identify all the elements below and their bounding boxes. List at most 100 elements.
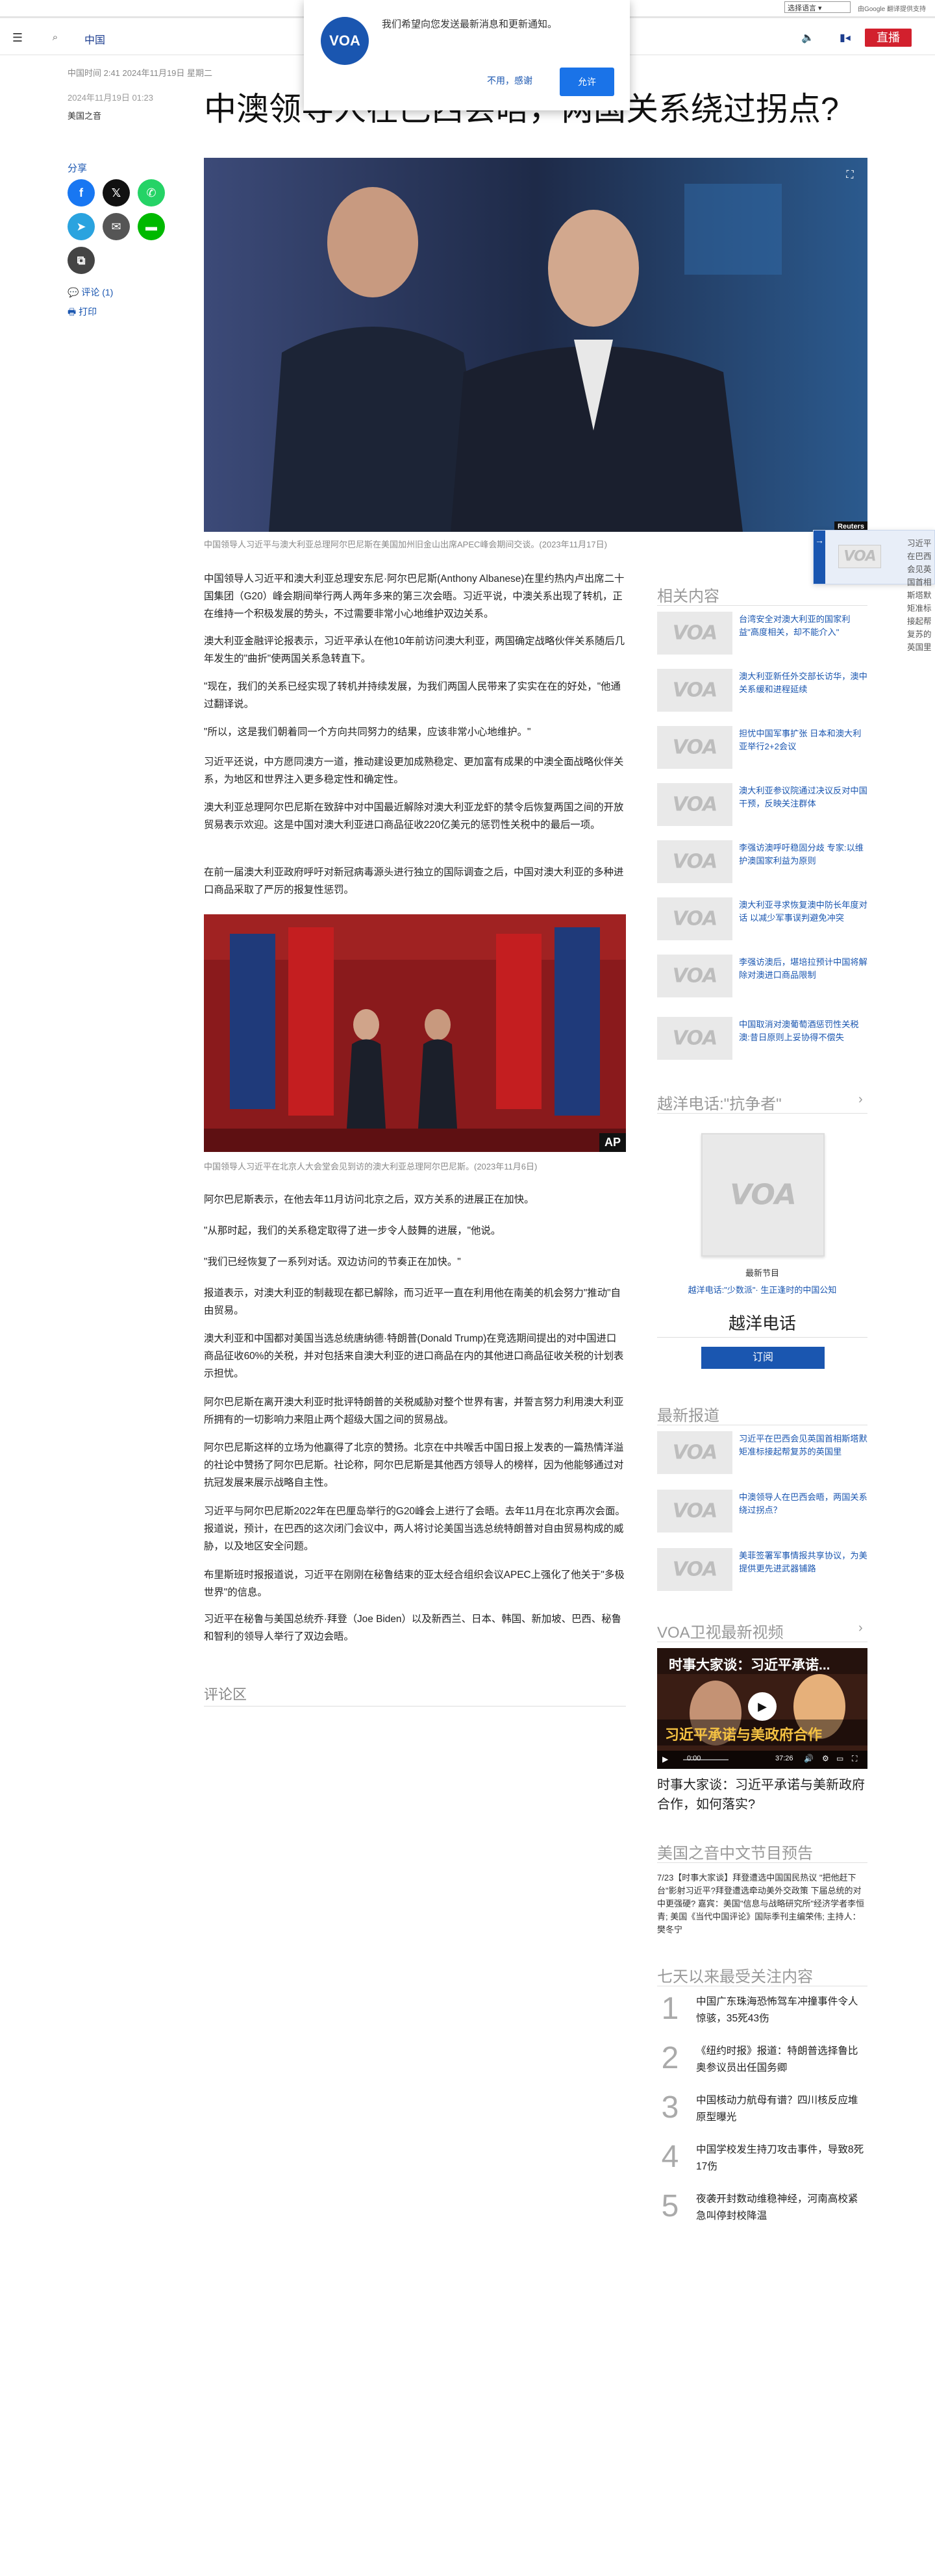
article-paragraph: 阿尔巴尼斯在离开澳大利亚时批评特朗普的关税威胁对整个世界有害，并誓言努力利用澳大… <box>204 1397 624 1425</box>
facebook-share-icon[interactable]: f <box>68 179 95 206</box>
live-button[interactable]: 直播 <box>865 29 912 47</box>
article-paragraph: 报道表示，对澳大利亚的制裁现在都已解除，而习近平一直在利用他在南美的机会努力"推… <box>204 1288 621 1316</box>
related-content-title: 相关内容 <box>657 588 719 605</box>
related-link[interactable]: 李强访澳后，堪培拉预计中国将解除对澳进口商品限制 <box>739 956 867 982</box>
latest-reports-title: 最新报道 <box>657 1407 719 1425</box>
related-link[interactable]: 澳大利亚寻求恢复澳中防长年度对话 以减少军事误判避免冲突 <box>739 899 867 925</box>
schedule-text[interactable]: 7/23【时事大家谈】拜登遭选中国国民热议 "把他赶下台"影射习近平?拜登遭选牵… <box>657 1871 867 1936</box>
video-icon[interactable]: ▮◂ <box>840 31 851 44</box>
float-thumbnail: VOA <box>838 545 881 568</box>
voa-logo-icon: VOA <box>672 1027 717 1050</box>
volume-icon[interactable]: 🔊 <box>804 1754 814 1763</box>
related-thumbnail[interactable]: VOA <box>657 726 732 769</box>
menu-icon[interactable]: ☰ <box>10 31 25 45</box>
latest-thumbnail[interactable]: VOA <box>657 1548 732 1591</box>
video-caption[interactable]: 时事大家谈：习近平承诺与美新政府合作，如何落实? <box>657 1775 867 1814</box>
related-thumbnail[interactable]: VOA <box>657 1017 732 1060</box>
chevron-right-icon[interactable]: › <box>858 1092 863 1107</box>
article-paragraph: 习近平在秘鲁与美国总统乔·拜登（Joe Biden）以及新西兰、日本、韩国、新加… <box>204 1614 622 1642</box>
subscribe-button[interactable]: 订阅 <box>701 1347 825 1369</box>
photo-credit: AP <box>599 1133 626 1152</box>
program-section-title[interactable]: 越洋电话:"抗争者" <box>657 1091 782 1114</box>
article-paragraph: 习近平与阿尔巴尼斯2022年在巴厘岛举行的G20峰会上进行了会晤。去年11月在北… <box>204 1506 625 1552</box>
byline[interactable]: 美国之音 <box>68 109 101 121</box>
telegram-share-icon[interactable]: ➤ <box>68 213 95 240</box>
divider <box>657 1862 867 1863</box>
audio-icon[interactable]: 🔈 <box>801 31 814 44</box>
play-small-icon[interactable]: ▶ <box>662 1755 668 1764</box>
chevron-right-icon[interactable]: › <box>858 1621 863 1636</box>
program-thumbnail[interactable]: VOA <box>701 1133 825 1257</box>
copy-link-icon[interactable]: ⧉ <box>68 247 95 274</box>
line-share-icon[interactable]: ▬ <box>138 213 165 240</box>
article-paragraph: 阿尔巴尼斯表示，在他去年11月访问北京之后，双方关系的进展正在加快。 <box>204 1194 534 1205</box>
settings-icon[interactable]: ⚙ <box>822 1754 829 1763</box>
article-paragraph: "从那时起，我们的关系稳定取得了进一步令人鼓舞的进展，"他说。 <box>204 1225 501 1236</box>
related-thumbnail[interactable]: VOA <box>657 897 732 940</box>
latest-link[interactable]: 中澳领导人在巴西会晤，两国关系绕过拐点？ <box>739 1491 867 1517</box>
popular-link[interactable]: 《纽约时报》报道：特朗普选择鲁比奥参议员出任国务卿 <box>696 2043 867 2077</box>
voa-logo-icon: VOA <box>730 1178 797 1212</box>
section-brand[interactable]: 中国 <box>84 31 105 47</box>
decline-button[interactable]: 不用，感谢 <box>475 68 544 94</box>
comments-link-label: 评论 (1) <box>81 287 114 297</box>
voa-logo-icon: VOA <box>672 1441 717 1464</box>
related-thumbnail[interactable]: VOA <box>657 669 732 712</box>
related-thumbnail[interactable]: VOA <box>657 840 732 883</box>
related-link[interactable]: 担忧中国军事扩张 日本和澳大利亚举行2+2会议 <box>739 727 867 753</box>
email-share-icon[interactable]: ✉ <box>103 213 130 240</box>
translate-powered-by: 由Google 翻译提供支持 <box>857 6 926 13</box>
related-thumbnail[interactable]: VOA <box>657 783 732 826</box>
hero-photo <box>204 158 867 532</box>
article-paragraph: 习近平还说，中方愿同澳方一道，推动建设更加成熟稳定、更加富有成果的中澳全面战略伙… <box>204 757 624 785</box>
whatsapp-share-icon[interactable]: ✆ <box>138 179 165 206</box>
article-paragraph: "所以，这是我们朝着同一个方向共同努力的结果，应该非常小心地维护。" <box>204 727 531 738</box>
fullscreen-icon[interactable]: ⛶ <box>843 168 857 182</box>
pip-icon[interactable]: ▭ <box>836 1754 843 1763</box>
notification-message: 我们希望向您发送最新消息和更新通知。 <box>382 19 558 30</box>
voa-logo-icon: VOA <box>843 548 876 565</box>
print-link-label: 打印 <box>79 306 97 317</box>
arrow-right-icon[interactable]: → <box>814 531 825 584</box>
allow-button[interactable]: 允许 <box>560 68 614 96</box>
video-section-title[interactable]: VOA卫视最新视频 <box>657 1619 784 1642</box>
popular-link[interactable]: 中国核动力航母有谱？四川核反应堆原型曝光 <box>696 2092 867 2126</box>
related-link[interactable]: 澳大利亚新任外交部长访华，澳中关系缓和进程延续 <box>739 670 867 696</box>
related-link[interactable]: 中国取消对澳葡萄酒惩罚性关税 澳:昔日原则上妥协得不偿失 <box>739 1018 867 1044</box>
comments-link[interactable]: 💬 评论 (1) <box>68 286 113 299</box>
voa-logo-icon: VOA <box>672 850 717 873</box>
language-select[interactable]: 选择语言 ▾ <box>784 1 851 13</box>
search-icon[interactable]: ⌕ <box>48 31 62 45</box>
article-paragraph: 澳大利亚金融评论报表示，习近平承认在他10年前访问澳大利亚，两国确定战略伙伴关系… <box>204 636 625 664</box>
print-icon: 🖶 <box>68 306 79 317</box>
floating-story-card[interactable]: → VOA 习近平在巴西会见英国首相斯塔默 矩准标接起帮复苏的英国里 <box>813 530 935 652</box>
voa-logo-icon: VOA <box>672 679 717 702</box>
popular-link[interactable]: 中国广东珠海恐怖驾车冲撞事件令人惊骇，35死43伤 <box>696 1994 867 2027</box>
article-paragraph: "我们已经恢复了一系列对话。双边访问的节奏正在加快。" <box>204 1257 461 1268</box>
popular-rank: 5 <box>661 2189 679 2223</box>
latest-thumbnail[interactable]: VOA <box>657 1490 732 1532</box>
play-icon[interactable]: ▶ <box>748 1692 777 1721</box>
video-duration: 37:26 <box>775 1755 793 1762</box>
latest-link[interactable]: 习近平在巴西会见英国首相斯塔默 矩准标接起帮复苏的英国里 <box>739 1432 867 1458</box>
popular-rank: 2 <box>661 2041 679 2075</box>
x-share-icon[interactable]: 𝕏 <box>103 179 130 206</box>
latest-link[interactable]: 美菲签署军事情报共享协议，为美提供更先进武器铺路 <box>739 1549 867 1575</box>
related-link[interactable]: 台湾安全对澳大利亚的国家利益"高度相关，却不能介入" <box>739 613 867 639</box>
inline-image: AP <box>204 914 626 1152</box>
related-thumbnail[interactable]: VOA <box>657 612 732 655</box>
related-thumbnail[interactable]: VOA <box>657 955 732 997</box>
popular-link[interactable]: 中国学校发生持刀攻击事件，导致8死17伤 <box>696 2142 867 2175</box>
popular-link[interactable]: 夜袭开封数动维稳神经，河南高校紧急叫停封校降温 <box>696 2191 867 2225</box>
latest-thumbnail[interactable]: VOA <box>657 1431 732 1474</box>
print-link[interactable]: 🖶 打印 <box>68 305 97 321</box>
hero-image: ⛶ Reuters <box>204 158 867 532</box>
program-episode-link[interactable]: 越洋电话:"少数派"· 生正逢时的中国公知 <box>657 1283 867 1295</box>
related-link[interactable]: 李强访澳呼吁稳固分歧 专家:以维护澳国家利益为原则 <box>739 842 867 868</box>
schedule-title: 美国之音中文节目预告 <box>657 1845 813 1862</box>
related-link[interactable]: 澳大利亚参议院通过决议反对中国干预，反映关注群体 <box>739 784 867 810</box>
inline-image-caption: 中国领导人习近平在北京人大会堂会见到访的澳大利亚总理阿尔巴尼斯。(2023年11… <box>204 1162 538 1171</box>
video-player[interactable]: 时事大家谈：习近平承诺... ▶ 习近平承诺与美政府合作 ▶ 0:00 37:2… <box>657 1648 867 1769</box>
popular-title: 七天以来最受关注内容 <box>657 1968 813 1986</box>
fullscreen-icon[interactable]: ⛶ <box>852 1754 857 1764</box>
